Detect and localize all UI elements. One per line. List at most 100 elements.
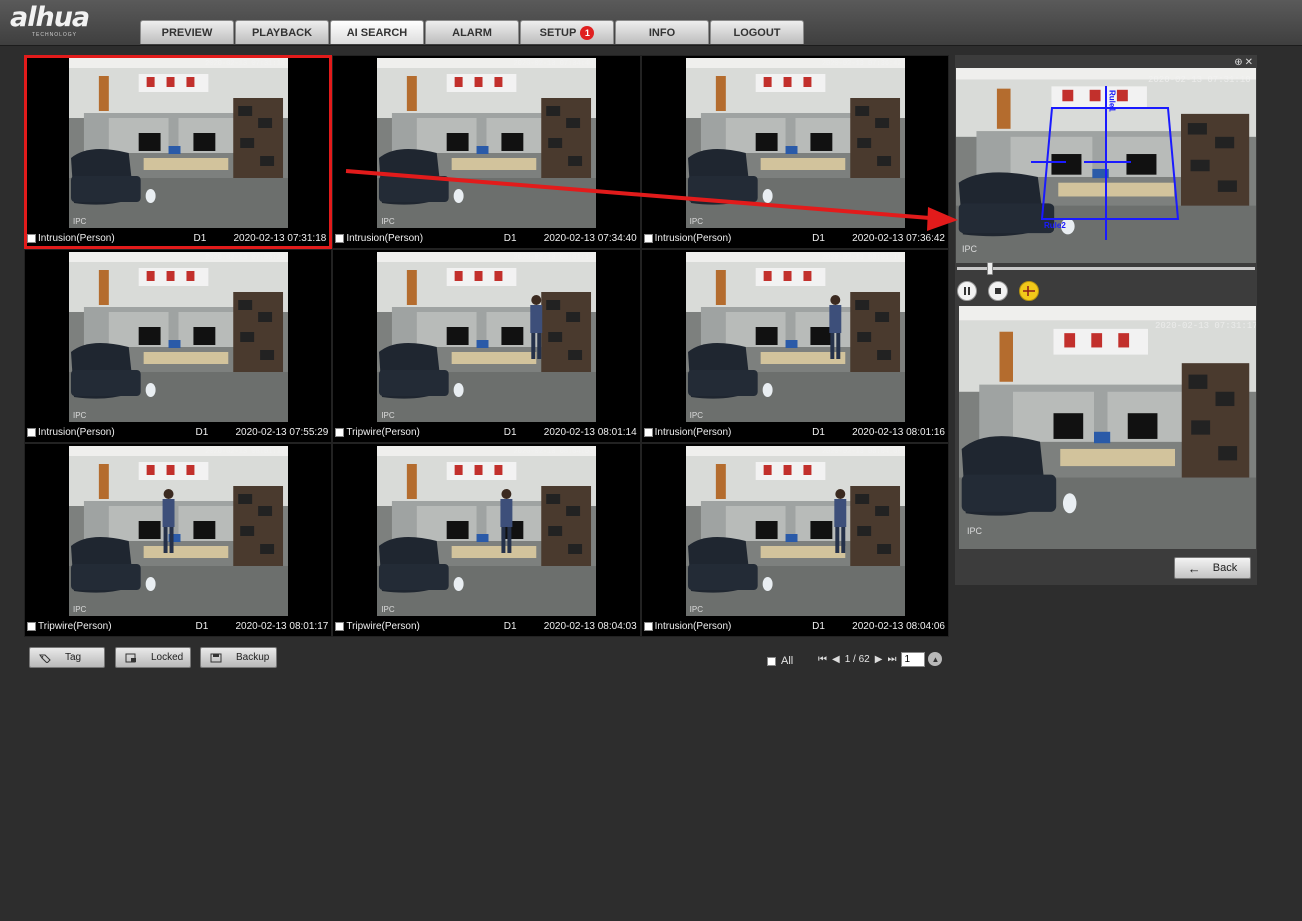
result-checkbox[interactable]: [335, 234, 345, 243]
result-thumbnail[interactable]: IPC 2020-02-13 08:01:14 Tripwire(Person) …: [332, 249, 641, 443]
next-page-icon[interactable]: ▶: [875, 654, 883, 665]
event-time: 2020-02-13 07:55:29: [235, 427, 329, 438]
event-type: Tripwire(Person): [346, 621, 420, 632]
smart-rule-toggle[interactable]: [1019, 281, 1039, 301]
event-time: 2020-02-13 07:31:18: [233, 233, 327, 244]
back-button[interactable]: ← Back: [1174, 557, 1251, 579]
camera-snapshot: IPC 2020-02-13 07:34:40: [377, 58, 597, 228]
prev-page-icon[interactable]: ◀: [832, 654, 840, 665]
preview-panel: ⊕ ✕ Rule1 Rule2 2020-02-13 07:31:10 IPC 2…: [955, 55, 1257, 585]
result-caption: Tripwire(Person) D1 2020-02-13 08:01:14: [335, 426, 637, 439]
tab-label: AI SEARCH: [346, 26, 408, 39]
locked-button[interactable]: Locked: [115, 647, 191, 668]
result-checkbox[interactable]: [27, 234, 36, 243]
camera-snapshot: IPC 2020-02-13 08:01:17: [69, 446, 288, 616]
result-thumbnail[interactable]: IPC 2020-02-13 08:01:17 Tripwire(Person) …: [24, 443, 333, 637]
result-caption: Tripwire(Person) D1 2020-02-13 08:01:17: [27, 620, 328, 633]
event-time: 2020-02-13 07:34:40: [543, 233, 637, 244]
result-thumbnail[interactable]: IPC 2020-02-13 08:01:16 Intrusion(Person)…: [640, 249, 949, 443]
tab-label: LOGOUT: [733, 26, 781, 39]
tab-playback[interactable]: PLAYBACK: [235, 20, 329, 44]
result-checkbox[interactable]: [643, 428, 653, 437]
pause-icon: [964, 287, 970, 295]
channel-label: D1: [503, 621, 517, 632]
thumb-camera-label: IPC: [73, 217, 87, 226]
tab-ai-search[interactable]: AI SEARCH: [330, 20, 424, 44]
event-type: Intrusion(Person): [38, 427, 115, 438]
office-scene: [956, 68, 1256, 263]
office-scene: [685, 252, 905, 422]
select-all[interactable]: All: [767, 655, 793, 667]
tab-info[interactable]: INFO: [615, 20, 709, 44]
result-checkbox[interactable]: [27, 622, 36, 631]
office-scene: [959, 306, 1256, 549]
channel-label: D1: [195, 621, 209, 632]
event-type: Intrusion(Person): [654, 621, 732, 632]
zoom-icon[interactable]: ⊕: [1234, 57, 1242, 68]
result-thumbnail[interactable]: IPC 2020-02-13 08:04:03 Tripwire(Person) …: [332, 443, 641, 637]
result-thumbnail[interactable]: IPC 2020-02-13 08:04:06 Intrusion(Person)…: [640, 443, 949, 637]
result-checkbox[interactable]: [27, 428, 36, 437]
thumb-camera-label: IPC: [381, 411, 395, 420]
stop-button[interactable]: [988, 281, 1008, 301]
thumb-osd-time: 2020-02-13 08:01:16: [821, 254, 902, 262]
thumb-camera-label: IPC: [381, 605, 395, 614]
tab-alarm[interactable]: ALARM: [425, 20, 519, 44]
event-type: Tripwire(Person): [346, 427, 420, 438]
playback-progress[interactable]: [957, 262, 1255, 275]
result-caption: Tripwire(Person) D1 2020-02-13 08:04:03: [335, 620, 637, 633]
camera-snapshot: IPC 2020-02-13 08:01:16: [685, 252, 905, 422]
result-checkbox[interactable]: [335, 622, 345, 631]
progress-knob[interactable]: [987, 262, 993, 275]
select-all-checkbox[interactable]: [767, 656, 776, 666]
result-checkbox[interactable]: [643, 622, 653, 631]
channel-label: D1: [503, 427, 517, 438]
tag-label: Tag: [65, 652, 82, 663]
event-time: 2020-02-13 08:01:14: [543, 427, 637, 438]
page-number-input[interactable]: [901, 651, 926, 667]
rule-icon: [1023, 286, 1035, 296]
camera-snapshot: IPC 2020-02-13 07:31:18: [69, 58, 288, 228]
event-type: Intrusion(Person): [654, 427, 732, 438]
tab-logout[interactable]: LOGOUT: [710, 20, 804, 44]
result-checkbox[interactable]: [643, 234, 653, 243]
tab-setup[interactable]: SETUP 1: [520, 20, 614, 44]
thumb-osd-time: 2020-02-13 07:36:42: [821, 60, 902, 68]
office-scene: [377, 446, 597, 616]
go-to-page-button[interactable]: ▲: [928, 652, 943, 666]
select-all-label: All: [781, 655, 794, 667]
tab-label: PLAYBACK: [251, 26, 313, 39]
first-page-icon[interactable]: ⏮: [818, 654, 827, 665]
camera-snapshot: IPC 2020-02-13 08:04:06: [685, 446, 905, 616]
result-thumbnail[interactable]: IPC 2020-02-13 07:34:40 Intrusion(Person)…: [332, 55, 641, 249]
event-time: 2020-02-13 08:01:17: [235, 621, 329, 632]
video-player[interactable]: Rule1 Rule2 2020-02-13 07:31:10 IPC: [956, 68, 1256, 263]
thumb-osd-time: 2020-02-13 08:01:14: [513, 254, 594, 262]
brand-name: alhua: [10, 2, 90, 33]
tag-button[interactable]: Tag: [29, 647, 105, 668]
last-page-icon[interactable]: ⏭: [887, 654, 896, 665]
floppy-disk-icon: [210, 653, 222, 662]
thumb-camera-label: IPC: [73, 411, 87, 420]
close-icon[interactable]: ✕: [1245, 57, 1253, 68]
camera-snapshot: IPC 2020-02-13 08:04:03: [377, 446, 597, 616]
result-thumbnail[interactable]: IPC 2020-02-13 07:31:18 Intrusion(Person)…: [24, 55, 333, 249]
result-thumbnail[interactable]: IPC 2020-02-13 07:36:42 Intrusion(Person)…: [640, 55, 949, 249]
result-caption: Intrusion(Person) D1 2020-02-13 07:31:18: [27, 232, 326, 245]
event-type: Tripwire(Person): [38, 621, 112, 632]
channel-label: D1: [812, 427, 825, 438]
result-caption: Intrusion(Person) D1 2020-02-13 07:36:42: [643, 232, 945, 245]
office-scene: [69, 252, 288, 422]
search-result-grid: IPC 2020-02-13 07:31:18 Intrusion(Person)…: [24, 55, 949, 637]
camera-snapshot: IPC 2020-02-13 07:55:29: [69, 252, 288, 422]
result-checkbox[interactable]: [335, 428, 345, 437]
channel-label: D1: [812, 233, 825, 244]
result-thumbnail[interactable]: IPC 2020-02-13 07:55:29 Intrusion(Person)…: [24, 249, 333, 443]
event-time: 2020-02-13 08:04:06: [852, 621, 945, 632]
pause-button[interactable]: [957, 281, 977, 301]
event-time: 2020-02-13 08:01:16: [852, 427, 945, 438]
backup-button[interactable]: Backup: [200, 647, 277, 668]
event-time: 2020-02-13 08:04:03: [543, 621, 637, 632]
tab-preview[interactable]: PREVIEW: [140, 20, 234, 44]
office-scene: [377, 58, 597, 228]
